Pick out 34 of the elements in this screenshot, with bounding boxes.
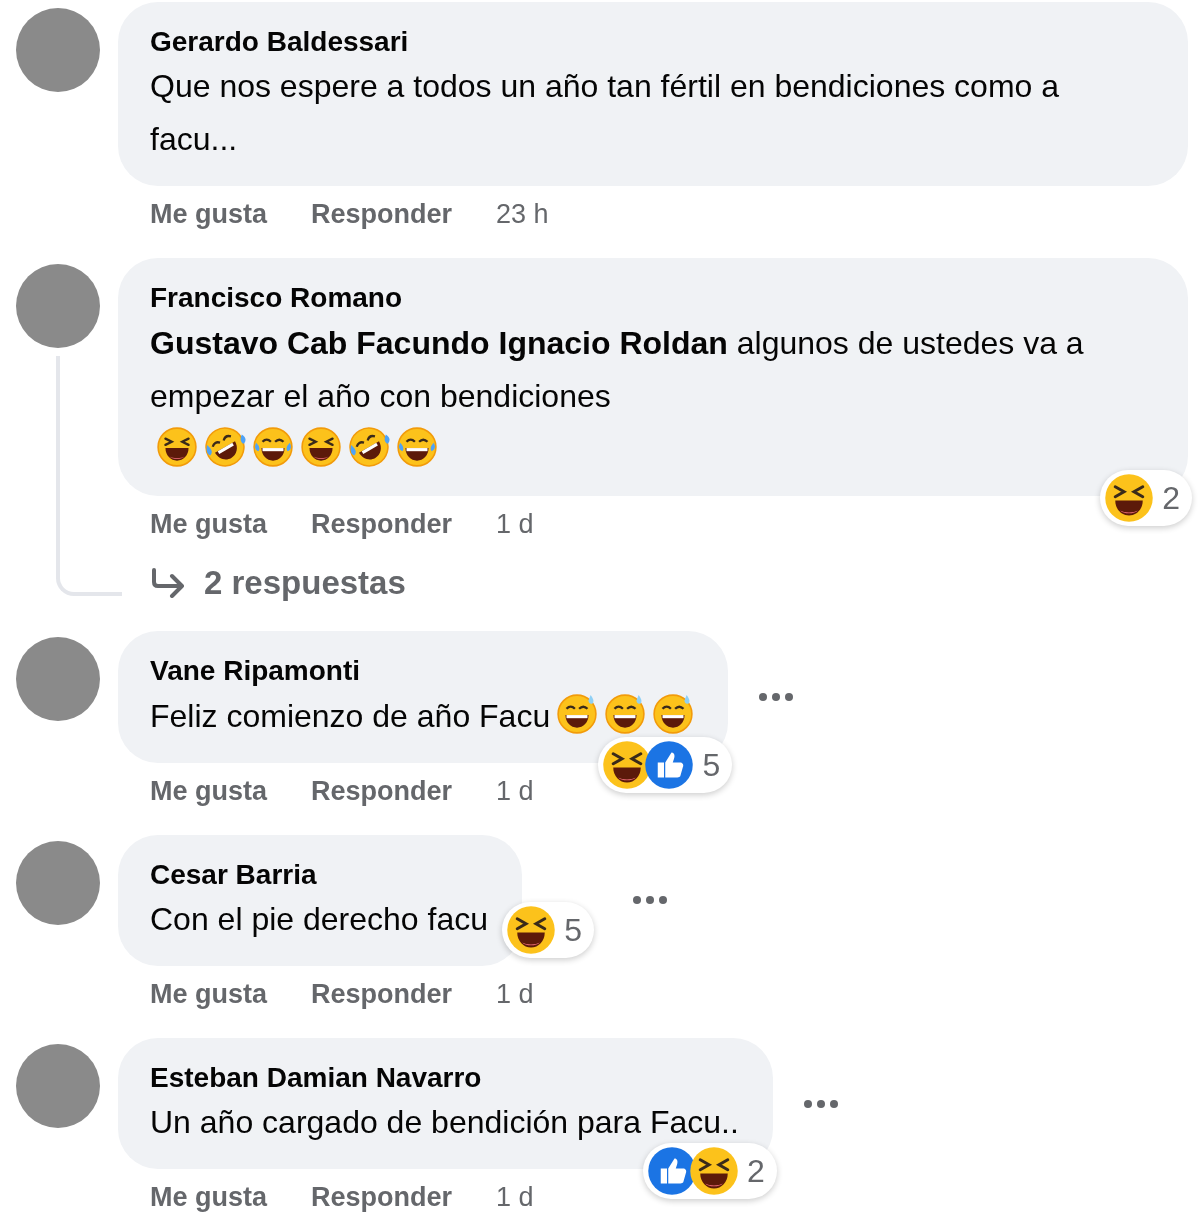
comment-text: Que nos espere a todos un año tan fértil en bendiciones como a facu... (150, 67, 1061, 160)
like-link[interactable]: Me gusta (150, 770, 268, 811)
reply-link[interactable]: Responder (311, 1177, 453, 1218)
timestamp[interactable]: 23 h (496, 194, 549, 235)
reaction-count: 5 (702, 745, 721, 785)
timestamp[interactable]: 1 d (496, 503, 534, 544)
reaction-count: 5 (564, 911, 582, 951)
like-link[interactable]: Me gusta (150, 1177, 268, 1218)
author-name[interactable]: Cesar Barria (150, 856, 488, 894)
timestamp[interactable]: 1 d (496, 1177, 534, 1218)
reply-link[interactable]: Responder (311, 194, 453, 235)
like-link[interactable]: Me gusta (150, 974, 268, 1015)
author-name[interactable]: Vane Ripamonti (150, 653, 695, 690)
reaction-count: 2 (747, 1152, 765, 1192)
reply-link[interactable]: Responder (311, 503, 453, 544)
reply-link[interactable]: Responder (311, 770, 453, 811)
timestamp[interactable]: 1 d (496, 974, 534, 1015)
like-link[interactable]: Me gusta (150, 503, 268, 544)
author-name[interactable]: Esteban Damian Navarro (150, 1060, 739, 1097)
comment-text: Feliz comienzo de año Facu (150, 696, 551, 736)
reactions-pill[interactable]: 2 (1100, 469, 1192, 526)
author-name[interactable]: Francisco Romano (150, 280, 1154, 317)
reactions-pill[interactable]: 2 (643, 1143, 777, 1200)
replies-link[interactable]: 2 respuestas (204, 557, 406, 608)
timestamp[interactable]: 1 d (496, 770, 534, 811)
comment-text: Con el pie derecho facu (150, 900, 488, 940)
reaction-count: 2 (1162, 478, 1180, 518)
like-link[interactable]: Me gusta (150, 194, 268, 235)
comment-text: Gustavo Cab Facundo Ignacio Roldan algunos de ustedes va a empezar el año con bendiciones (150, 323, 1085, 416)
comment-text: Un año cargado de bendición para Facu.. (150, 1103, 739, 1143)
author-name[interactable]: Gerardo Baldessari (150, 24, 1154, 61)
reactions-pill[interactable]: 5 (598, 736, 733, 793)
reactions-pill[interactable]: 5 (502, 902, 594, 959)
reply-link[interactable]: Responder (311, 974, 453, 1015)
